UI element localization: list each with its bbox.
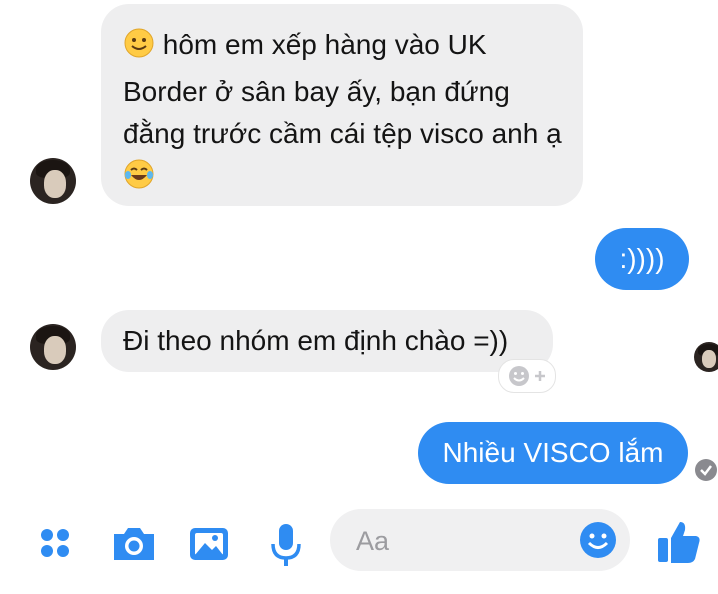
delivered-check-icon [694,458,718,482]
contact-avatar[interactable] [30,324,76,370]
message-composer[interactable] [330,509,630,571]
message-input[interactable] [354,521,558,561]
outgoing-message-bubble[interactable]: :)))) [595,228,689,290]
outgoing-message-bubble[interactable]: Nhiều VISCO lắm [418,422,688,484]
incoming-message-bubble[interactable]: hôm em xếp hàng vào UK Border ở sân bay … [101,4,583,206]
camera-icon[interactable] [110,522,154,566]
tears-of-joy-icon [123,158,155,202]
add-reaction-button[interactable] [498,359,556,393]
seen-avatar [694,342,718,372]
like-thumb-icon[interactable] [656,518,702,566]
incoming-message-bubble[interactable]: Đi theo nhóm em định chào =)) [101,310,553,372]
message-text: Đi theo nhóm em định chào =)) [123,325,509,356]
contact-avatar[interactable] [30,158,76,204]
message-text: :)))) [619,243,665,274]
emoji-icon[interactable] [578,520,618,560]
microphone-icon[interactable] [264,522,308,566]
message-text: hôm em xếp hàng vào UK Border ở sân bay … [123,29,562,149]
more-apps-icon[interactable] [37,522,81,566]
gallery-icon[interactable] [186,522,230,566]
message-text: Nhiều VISCO lắm [442,437,664,468]
slightly-smiling-face-icon [123,27,155,71]
